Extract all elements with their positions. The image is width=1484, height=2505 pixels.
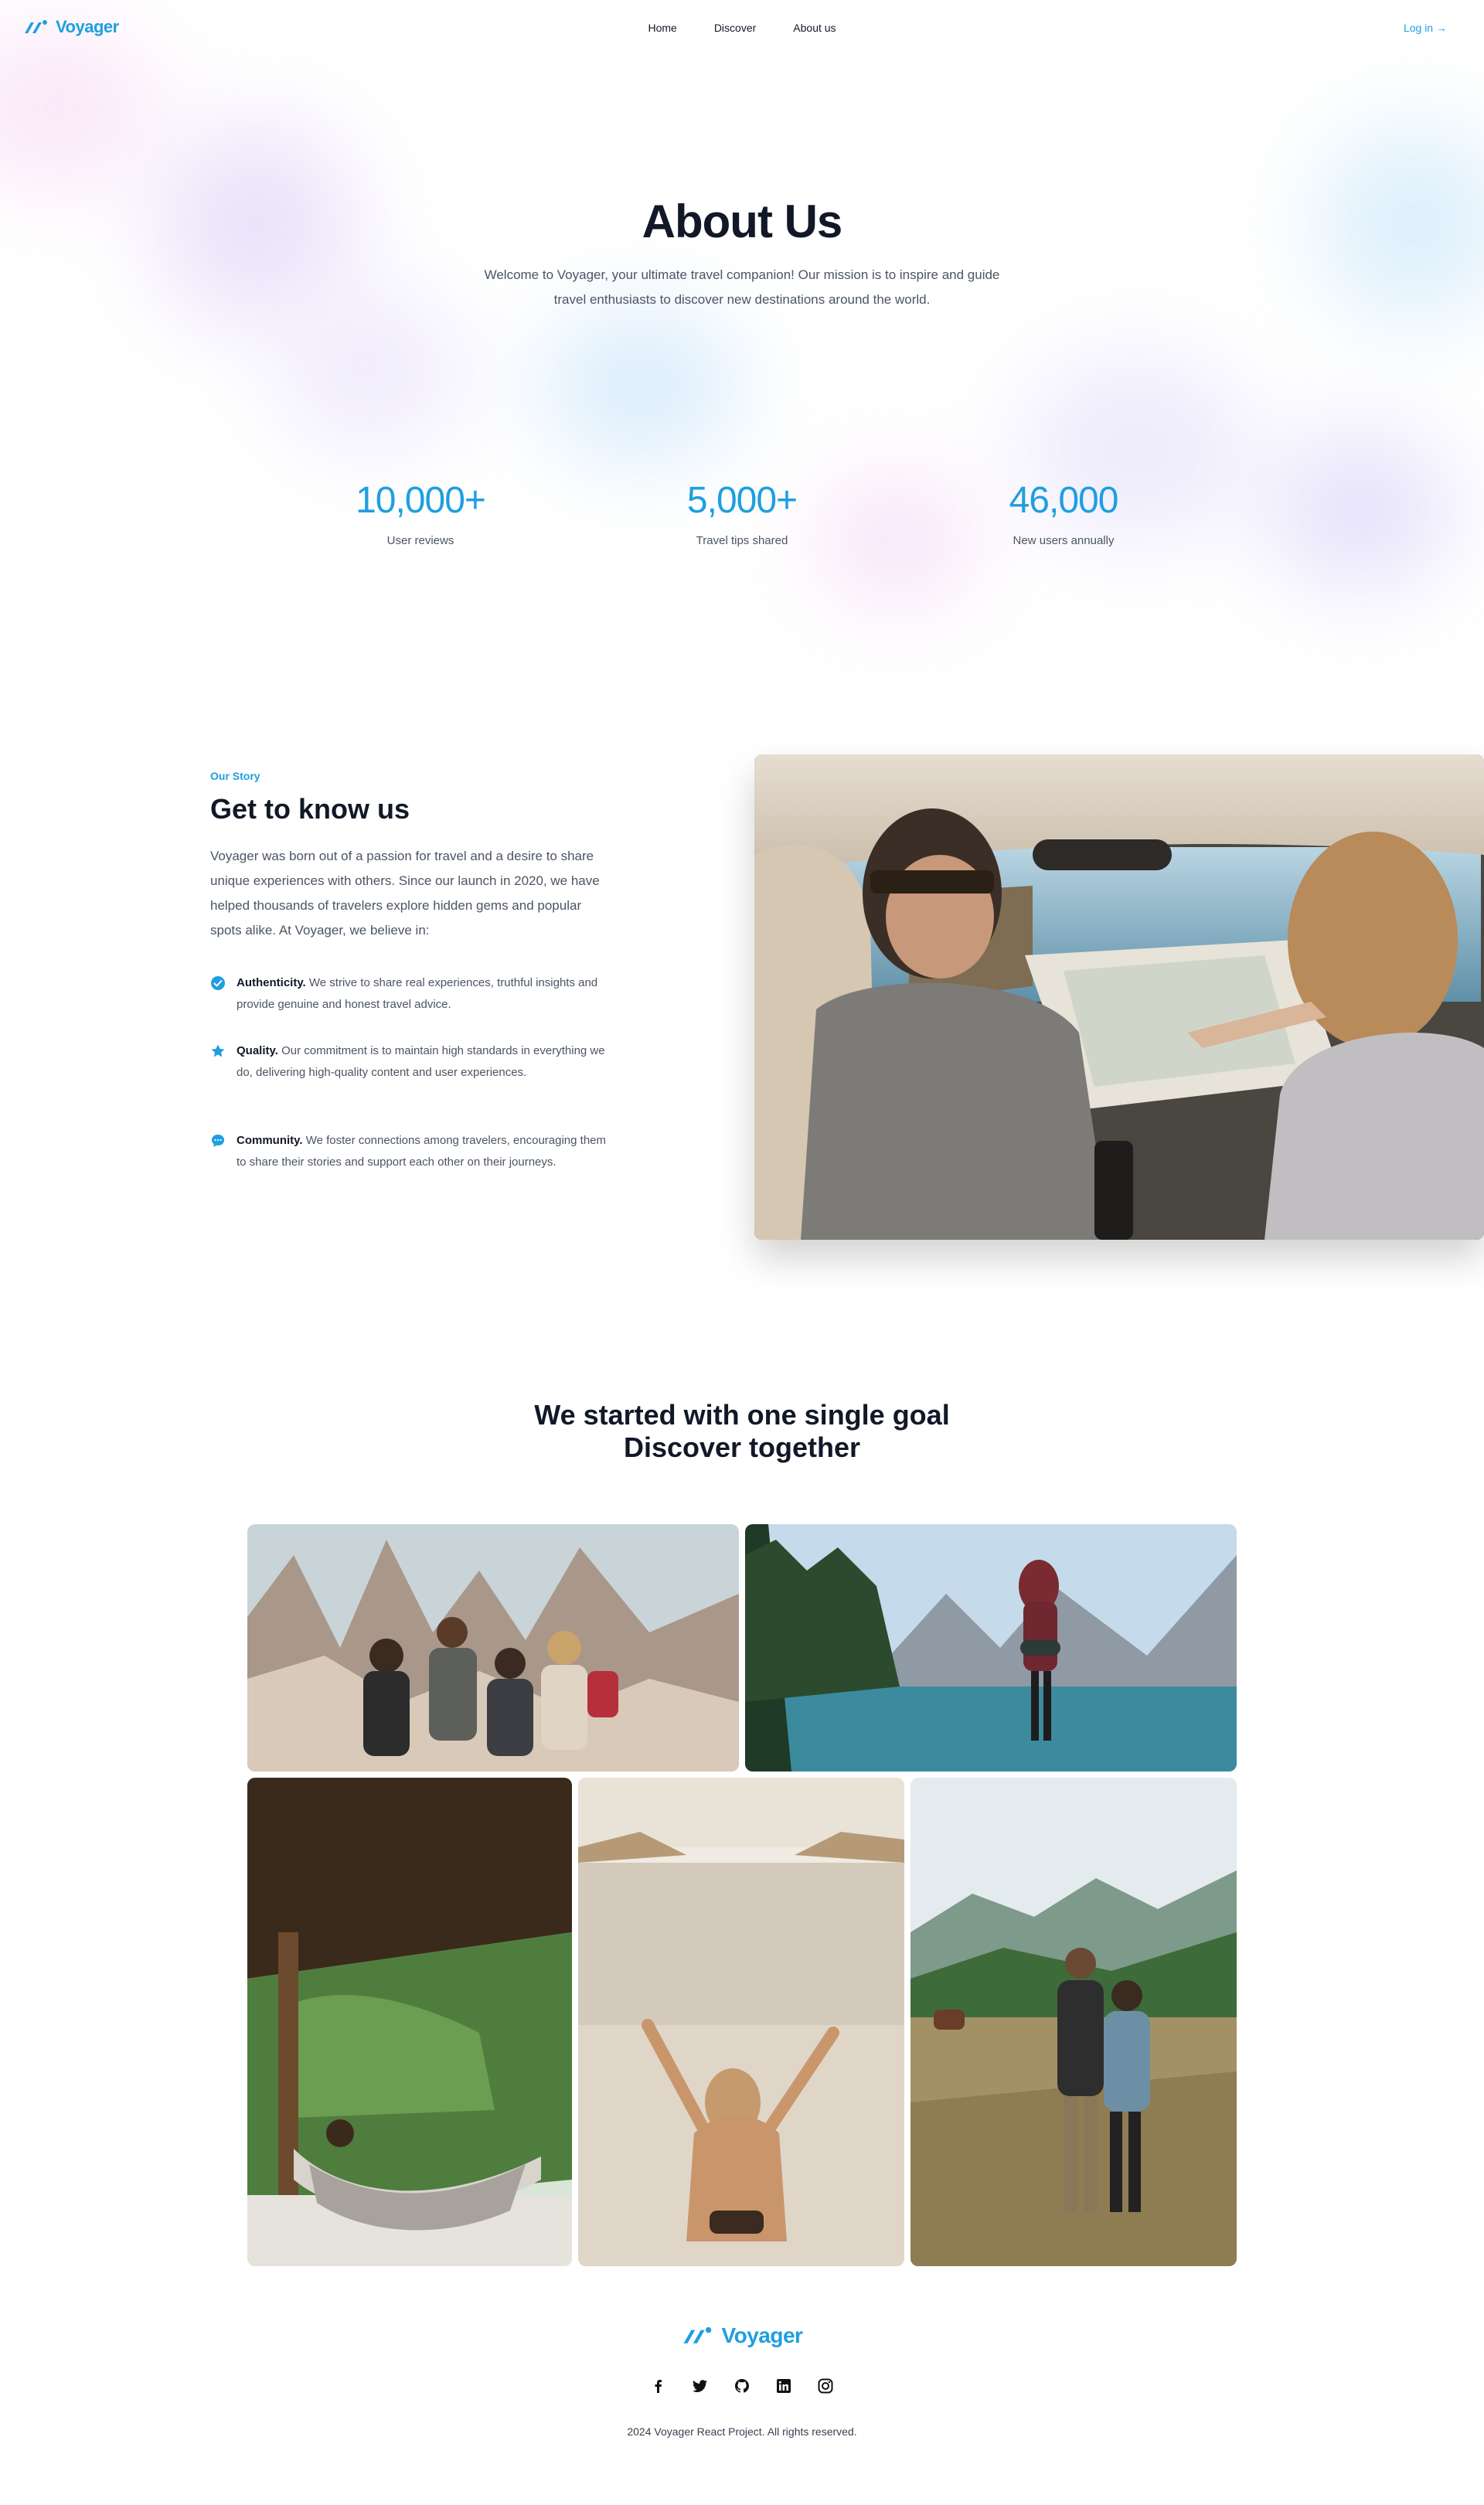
background-blob [541,309,742,464]
gallery-image-friends-mountains [247,1524,739,1772]
page-title: About Us [642,196,843,247]
gallery-image-beach [578,1778,904,2266]
story-text: Voyager was born out of a passion for tr… [210,849,600,938]
story-eyebrow: Our Story [210,770,260,782]
background-blob [1268,433,1453,587]
story-title: Get to know us [210,793,410,825]
goal-line-2: Discover together [623,1431,861,1463]
feature-community: Community. We foster connections among t… [210,1130,612,1173]
login-link[interactable]: Log in → [1404,22,1447,34]
gallery-image-hammock [247,1778,572,2266]
check-circle-icon [211,976,225,990]
footer-brand-name: Voyager [721,2323,803,2347]
copyright-text: 2024 Voyager React Project. All rights r… [627,2425,857,2438]
social-links [0,2377,1484,2394]
background-blob [278,294,464,448]
feature-quality: Quality. Our commitment is to maintain h… [210,1040,612,1084]
star-icon [211,1044,225,1057]
stat-label: New users annually [1013,534,1115,547]
hero-subtitle: Welcome to Voyager, your ultimate travel… [484,267,1000,307]
github-icon[interactable] [733,2377,751,2394]
feature-text: Community. We foster connections among t… [237,1130,612,1173]
stat-label: Travel tips shared [696,534,788,547]
feature-text: Authenticity. We strive to share real ex… [237,972,612,1016]
stat-value: 5,000+ [686,480,798,521]
nav-link-home[interactable]: Home [648,22,676,34]
nav-link-discover[interactable]: Discover [714,22,756,34]
gallery-image-couple-selfie [910,1778,1237,2266]
feature-authenticity: Authenticity. We strive to share real ex… [210,972,612,1016]
feature-description: Our commitment is to maintain high stand… [237,1044,605,1079]
stat-travel-tips: 5,000+ Travel tips shared [626,479,858,547]
instagram-icon[interactable] [817,2377,834,2394]
stat-user-reviews: 10,000+ User reviews [305,479,536,547]
facebook-icon[interactable] [650,2377,667,2394]
stat-value: 10,000+ [356,480,486,521]
gallery-image-hiker-lake [745,1524,1237,1772]
top-navigation: Voyager Home Discover About us Log in → [0,0,1484,56]
footer-logo[interactable]: Voyager [0,2323,1484,2348]
stat-label: User reviews [386,534,454,547]
feature-title: Quality. [237,1044,278,1057]
stat-new-users: 46,000 New users annually [948,479,1179,547]
feature-title: Authenticity. [237,976,306,989]
feature-title: Community. [237,1134,303,1147]
story-image-couple-in-car [754,754,1484,1240]
nav-links: Home Discover About us [0,22,1484,34]
goal-line-1: We started with one single goal [534,1399,950,1431]
nav-link-about[interactable]: About us [793,22,836,34]
chat-bubble-icon [212,1135,224,1147]
voyager-logo-icon [683,2326,711,2343]
goal-heading: We started with one single goal Discover… [0,1399,1484,1464]
twitter-icon[interactable] [692,2377,709,2394]
stat-value: 46,000 [1009,480,1119,521]
feature-text: Quality. Our commitment is to maintain h… [237,1040,612,1084]
linkedin-icon[interactable] [775,2377,792,2394]
